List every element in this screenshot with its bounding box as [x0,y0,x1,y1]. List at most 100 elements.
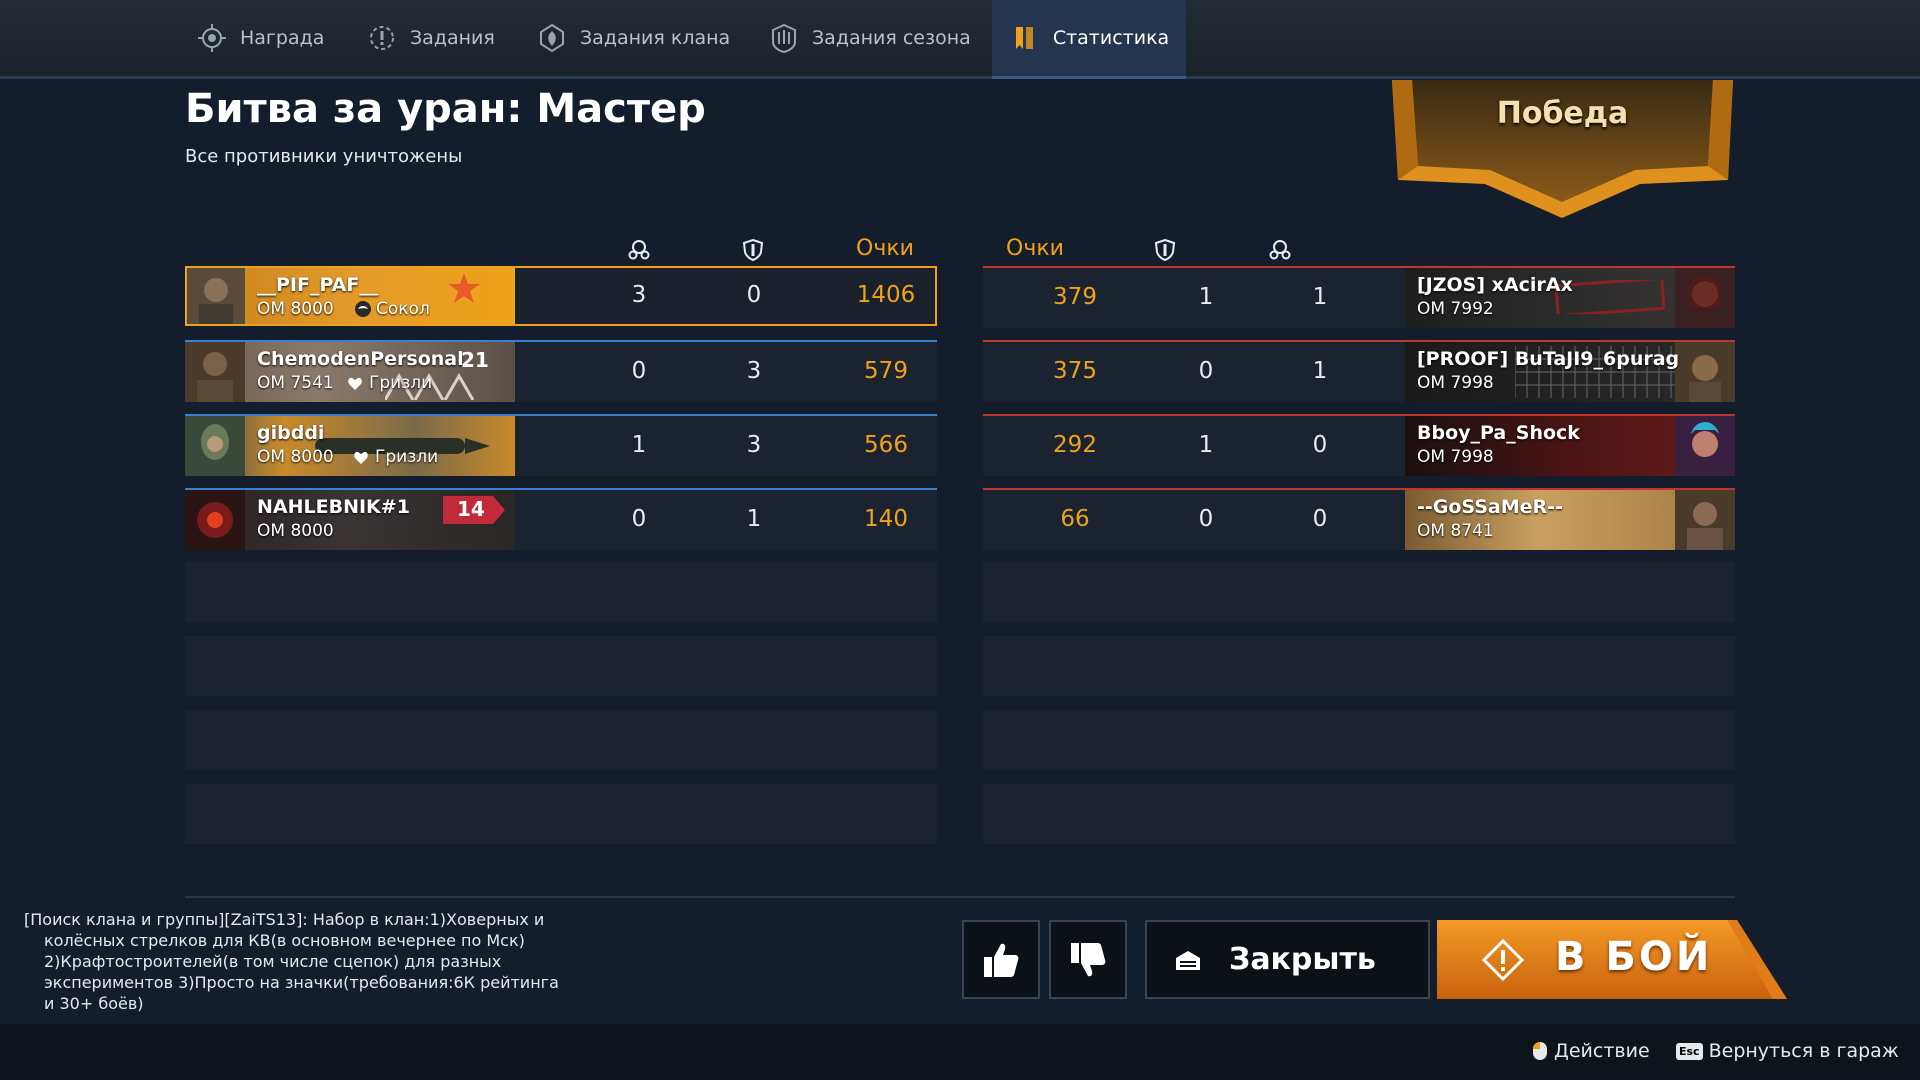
points-value: 375 [1053,358,1097,384]
player-name: Bboy_Pa_Shock [1417,422,1580,444]
empty-slot [983,784,1735,844]
chat-line: [Поиск клана и группы][ZaiTS13]: Набор в… [24,910,545,929]
page-title: Битва за уран: Мастер [185,86,706,132]
empty-slot [983,636,1735,696]
top-tab-bar: Награда Задания Задания клана Задания се… [0,0,1920,79]
like-button[interactable] [962,920,1040,999]
player-card: __PIF_PAF__ ОМ 8000 Сокол [187,268,515,324]
points-header-left: Очки [856,236,914,261]
action-hint[interactable]: Действие [1532,1040,1650,1062]
empty-slot [185,636,937,696]
back-hint-label: Вернуться в гараж [1708,1040,1899,1062]
points-value: 566 [864,432,908,458]
tab-label: Задания клана [580,27,731,49]
tab-statistics[interactable]: Статистика [992,0,1186,79]
player-om: ОМ 7998 [1417,373,1494,393]
player-om: ОМ 8000 [257,447,334,467]
skull-icon [1269,240,1291,260]
chat-line: и 30+ боёв) [44,994,144,1013]
ally-row[interactable]: gibddi ОМ 8000 Гризли 1 3 566 [185,414,937,476]
tab-label: Задания [410,27,495,49]
victory-label: Победа [1496,96,1629,131]
player-name: --GoSSaMeR-- [1417,496,1563,518]
avatar [1675,416,1735,476]
player-name: [JZOS] xAcirAx [1417,274,1573,296]
player-card: [PROOF] BuTaJI9_6purag ОМ 7998 [1405,342,1735,402]
assists-value: 0 [746,282,762,308]
avatar [1675,268,1735,328]
back-to-garage-hint[interactable]: Esc Вернуться в гараж [1676,1040,1899,1062]
tab-reward[interactable]: Награда [196,0,324,76]
close-label: Закрыть [1229,942,1376,977]
enemy-row[interactable]: 292 1 0 Bboy_Pa_Shock ОМ 7998 [983,414,1735,476]
assists-value: 1 [1198,432,1214,458]
avatar [1675,342,1735,402]
player-card: ChemodenPersonal 21 ОМ 7541 Гризли [185,342,515,402]
season-tasks-icon [772,23,796,54]
ally-row[interactable]: 14 NAHLEBNIK#1 ОМ 8000 0 1 140 [185,488,937,550]
thumbs-up-icon [984,943,1019,977]
esc-key-icon: Esc [1676,1042,1703,1060]
clan-name: Гризли [369,373,433,393]
skull-icon [628,240,650,260]
tab-clan-tasks[interactable]: Задания клана [536,0,730,76]
mouse-icon [1533,1042,1547,1060]
player-om: ОМ 8000 [257,299,334,319]
points-value: 140 [864,506,908,532]
player-card: --GoSSaMeR-- ОМ 8741 [1405,490,1735,550]
tab-season-tasks[interactable]: Задания сезона [768,0,971,76]
kills-value: 0 [631,358,647,384]
assists-value: 1 [746,506,762,532]
avatar [185,490,245,550]
player-om: ОМ 7992 [1417,299,1494,319]
player-card: Bboy_Pa_Shock ОМ 7998 [1405,416,1735,476]
player-clan: Сокол [354,299,430,319]
ally-row[interactable]: __PIF_PAF__ ОМ 8000 Сокол 3 0 1406 [185,266,937,326]
points-value: 66 [1060,506,1090,532]
shield-icon [742,238,764,262]
empty-slot [185,562,937,622]
empty-slot [185,710,937,770]
close-button[interactable]: Закрыть [1145,920,1430,999]
assists-value: 0 [1198,506,1214,532]
empty-slot [983,562,1735,622]
enemy-row[interactable]: 66 0 0 --GoSSaMeR-- ОМ 8741 [983,488,1735,550]
player-card: [JZOS] xAcirAx ОМ 7992 [1405,268,1735,328]
empty-slot [185,784,937,844]
clan-name: Сокол [376,299,430,319]
warning-icon [1481,938,1525,982]
player-clan: Гризли [353,447,438,467]
avatar [185,416,245,476]
player-level: 21 [461,348,489,372]
ally-row[interactable]: ChemodenPersonal 21 ОМ 7541 Гризли 0 3 5… [185,340,937,402]
chat-message: [Поиск клана и группы][ZaiTS13]: Набор в… [24,909,584,1014]
assists-value: 1 [1198,284,1214,310]
divider [185,896,1735,898]
player-name: NAHLEBNIK#1 [257,496,410,518]
enemy-row[interactable]: 375 0 1 [PROOF] BuTaJI9_6purag ОМ 7998 [983,340,1735,402]
points-value: 379 [1053,284,1097,310]
enemy-row[interactable]: 379 1 1 [JZOS] xAcirAx ОМ 7992 [983,266,1735,328]
avatar [185,342,245,402]
action-hint-label: Действие [1554,1040,1650,1062]
clan-grizzly-icon [354,451,368,464]
clan-grizzly-icon [348,377,362,390]
reward-icon [198,24,226,52]
avatar [187,268,245,324]
assists-value: 3 [746,358,762,384]
clan-falcon-icon [355,301,371,317]
battle-subtitle: Все противники уничтожены [185,146,463,167]
tab-tasks[interactable]: Задания [366,0,495,76]
dislike-button[interactable] [1049,920,1127,999]
stats-icon [1015,27,1033,49]
kills-value: 0 [1312,432,1328,458]
points-header-right: Очки [1006,236,1064,261]
points-value: 579 [864,358,908,384]
player-om: ОМ 7998 [1417,447,1494,467]
kills-value: 1 [631,432,647,458]
fight-button[interactable]: В БОЙ [1437,920,1787,999]
player-name: ChemodenPersonal [257,348,464,370]
player-level: 14 [457,497,485,521]
clan-tasks-icon [540,23,564,53]
kills-value: 0 [631,506,647,532]
